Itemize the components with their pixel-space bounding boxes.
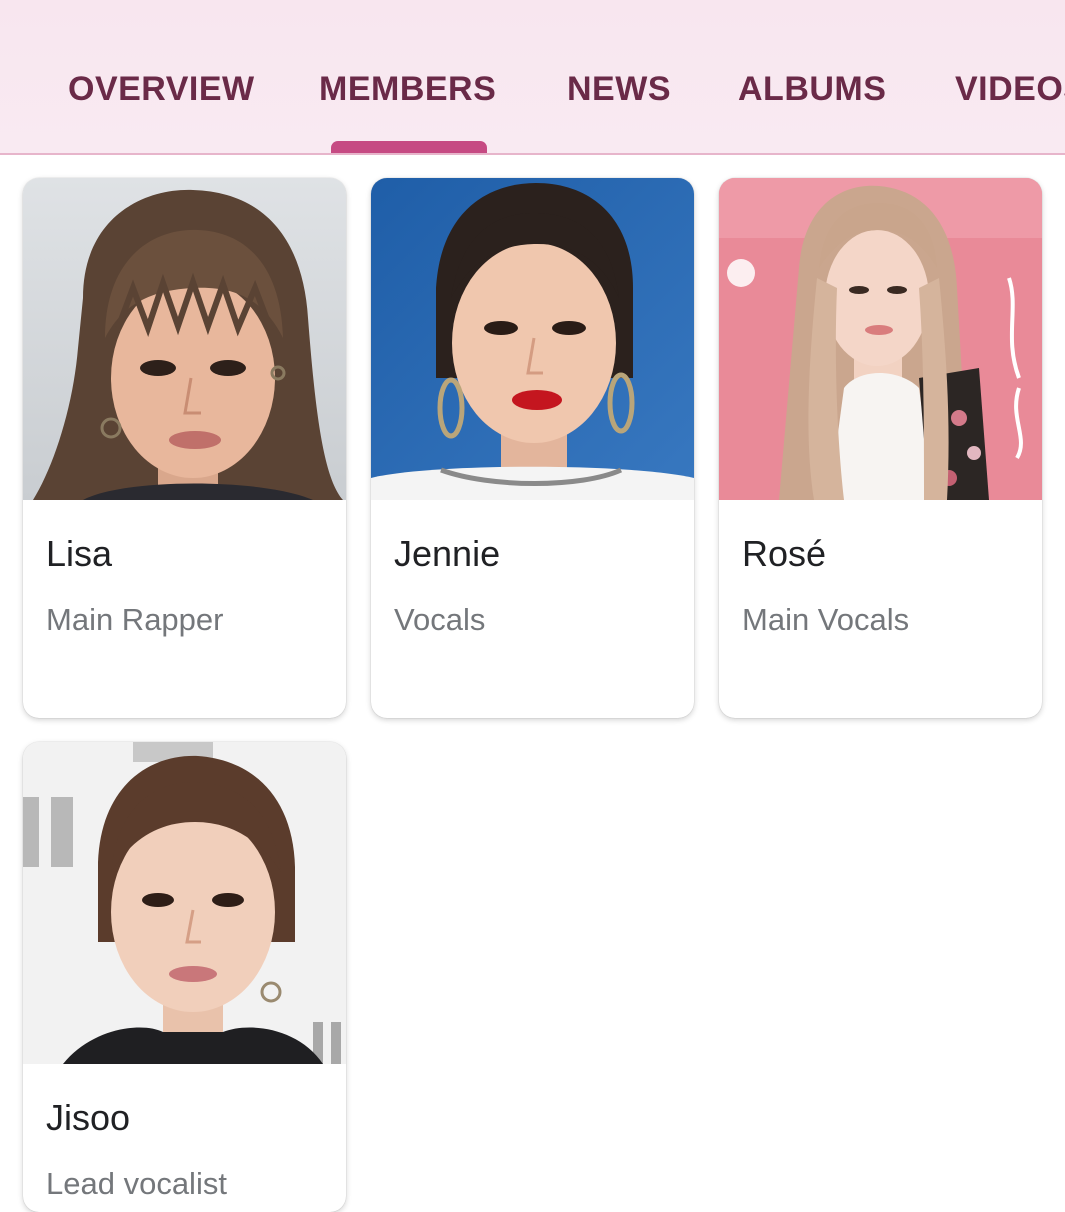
tab-bar: OVERVIEW MEMBERS NEWS ALBUMS VIDEOS xyxy=(0,0,1065,155)
active-tab-indicator xyxy=(331,141,487,153)
member-name: Jisoo xyxy=(46,1097,131,1138)
member-card-lisa[interactable]: Lisa Main Rapper xyxy=(23,178,346,718)
member-card-jennie[interactable]: Jennie Vocals xyxy=(371,178,694,718)
tab-albums[interactable]: ALBUMS xyxy=(738,70,886,109)
member-name: Rosé xyxy=(742,533,827,574)
member-role: Main Vocals xyxy=(742,602,910,637)
member-photo-jennie xyxy=(371,178,694,500)
tab-overview[interactable]: OVERVIEW xyxy=(68,70,255,109)
member-name: Lisa xyxy=(46,533,113,574)
member-photo-jisoo xyxy=(23,742,346,1064)
tab-news[interactable]: NEWS xyxy=(567,70,671,109)
tab-videos[interactable]: VIDEOS xyxy=(955,70,1065,109)
member-photo-rose xyxy=(719,178,1042,500)
member-name: Jennie xyxy=(394,533,501,574)
member-role: Main Rapper xyxy=(46,602,224,637)
member-role: Vocals xyxy=(394,602,486,637)
tab-members[interactable]: MEMBERS xyxy=(319,70,496,109)
member-card-rose[interactable]: Rosé Main Vocals xyxy=(719,178,1042,718)
member-card-jisoo[interactable]: Jisoo Lead vocalist xyxy=(23,742,346,1212)
member-role: Lead vocalist xyxy=(46,1166,227,1201)
member-photo-lisa xyxy=(23,178,346,500)
